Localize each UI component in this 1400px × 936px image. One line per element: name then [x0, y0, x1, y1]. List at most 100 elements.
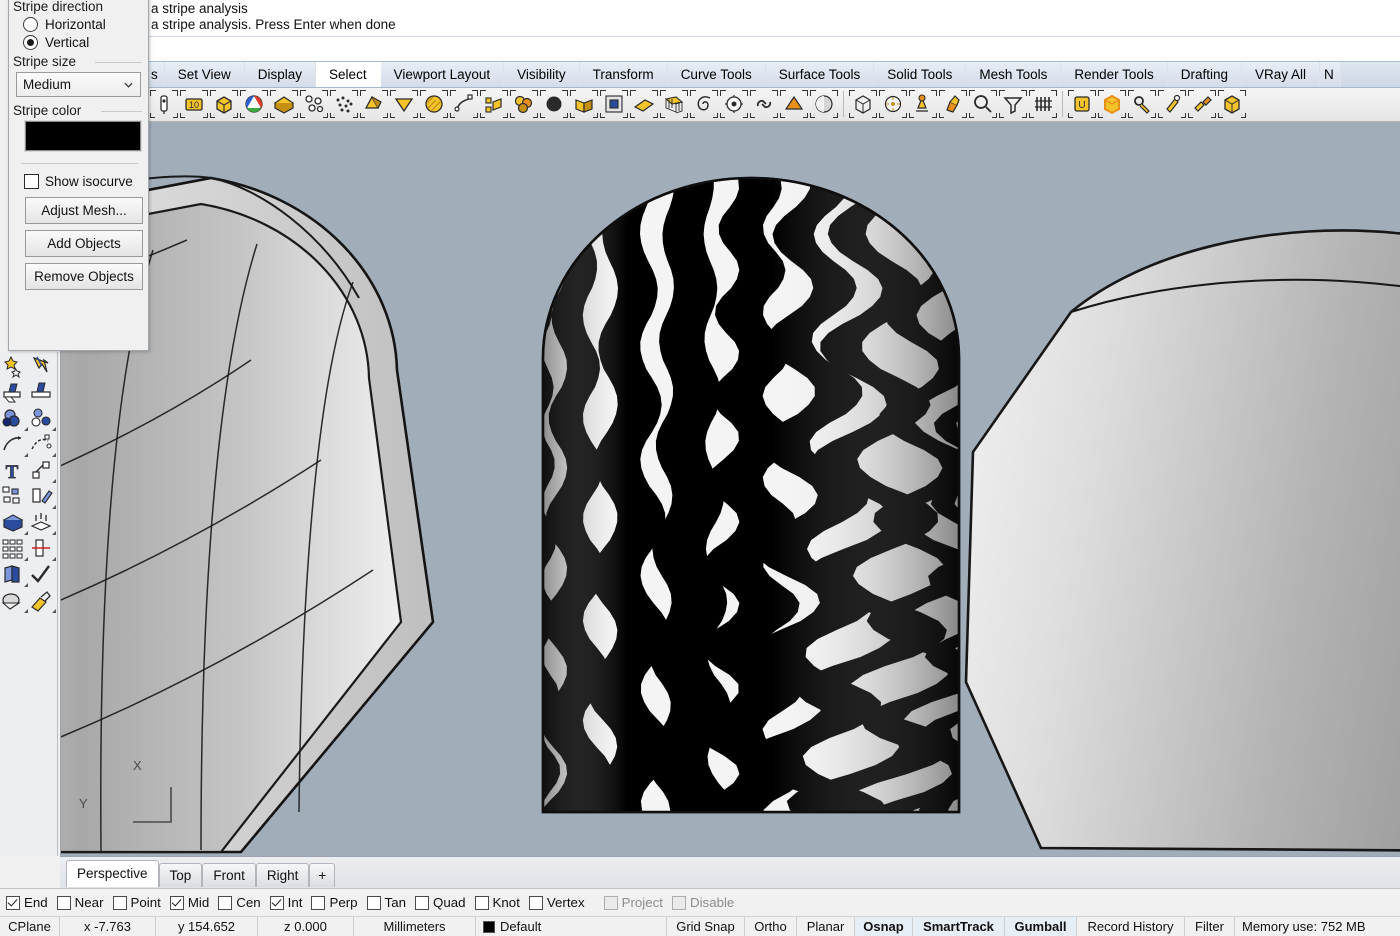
osnap-perp[interactable]: Perp	[311, 895, 357, 910]
select-clipped-box-icon[interactable]	[1098, 90, 1126, 118]
toolbar-tab-mesh-tools[interactable]: Mesh Tools	[966, 62, 1061, 88]
status-planar[interactable]: Planar	[797, 917, 855, 936]
perspective-viewport[interactable]: Y X	[60, 122, 1400, 856]
select-dot-icon[interactable]	[879, 90, 907, 118]
select-group-icon[interactable]	[510, 90, 538, 118]
status-smarttrack[interactable]: SmartTrack	[913, 917, 1005, 936]
osnap-tan[interactable]: Tan	[367, 895, 406, 910]
select-group-objects-icon[interactable]	[1, 484, 29, 510]
select-points-icon[interactable]	[300, 90, 328, 118]
select-grid-icon[interactable]	[1, 536, 29, 562]
toolbar-tab-transform[interactable]: Transform	[580, 62, 668, 88]
select-cone-icon[interactable]	[780, 90, 808, 118]
select-surface-face-icon[interactable]	[29, 380, 57, 406]
select-surface-icon[interactable]	[390, 90, 418, 118]
status-osnap[interactable]: Osnap	[855, 917, 913, 936]
toolbar-tab-s[interactable]: s	[147, 62, 165, 88]
select-curve-dot-icon[interactable]	[29, 432, 57, 458]
osnap-vertex[interactable]: Vertex	[529, 895, 585, 910]
select-plane-surface-icon[interactable]	[630, 90, 658, 118]
select-spiral-icon[interactable]	[690, 90, 718, 118]
viewport-tab-front[interactable]: Front	[202, 863, 256, 887]
toolbar-tab-visibility[interactable]: Visibility	[504, 62, 580, 88]
select-check-icon[interactable]	[29, 562, 57, 588]
select-brush-icon[interactable]	[939, 90, 967, 118]
show-isocurve-checkbox[interactable]: Show isocurve	[9, 174, 148, 189]
select-text-icon[interactable]: T	[1, 458, 29, 484]
status-layer[interactable]: Default	[476, 917, 667, 936]
select-curve-icon[interactable]	[450, 90, 478, 118]
select-sphere-icon[interactable]	[540, 90, 568, 118]
select-by-color-icon[interactable]	[240, 90, 268, 118]
osnap-near[interactable]: Near	[57, 895, 104, 910]
select-open-surface-icon[interactable]	[570, 90, 598, 118]
select-block-icon[interactable]	[600, 90, 628, 118]
select-curve-arc-icon[interactable]	[1, 432, 29, 458]
osnap-int[interactable]: Int	[270, 895, 303, 910]
select-hatch-icon[interactable]	[420, 90, 448, 118]
select-by-layer-icon[interactable]	[210, 90, 238, 118]
select-points-group-icon[interactable]	[29, 406, 57, 432]
select-box-icon[interactable]	[849, 90, 877, 118]
select-crossing-icon[interactable]	[29, 354, 57, 380]
toolbar-tab-set-view[interactable]: Set View	[165, 62, 245, 88]
status-record-history[interactable]: Record History	[1077, 917, 1185, 936]
radio-vertical[interactable]: Vertical	[9, 35, 148, 50]
select-camera-icon[interactable]	[720, 90, 748, 118]
stripe-color-swatch[interactable]	[25, 121, 141, 151]
status-grid-snap[interactable]: Grid Snap	[667, 917, 745, 936]
toolbar-tab-display[interactable]: Display	[245, 62, 316, 88]
select-uv-icon[interactable]: U	[1068, 90, 1096, 118]
viewport-tab-right[interactable]: Right	[256, 863, 310, 887]
stripe-size-select[interactable]: Medium	[16, 72, 141, 97]
status-gumball[interactable]: Gumball	[1005, 917, 1077, 936]
toolbar-tab-vray-all[interactable]: VRay All	[1242, 62, 1320, 88]
toolbar-tab-render-tools[interactable]: Render Tools	[1061, 62, 1167, 88]
toolbar-tab-drafting[interactable]: Drafting	[1168, 62, 1242, 88]
select-polyline-icon[interactable]	[29, 458, 57, 484]
toolbar-tab-solid-tools[interactable]: Solid Tools	[874, 62, 966, 88]
toolbar-tab-surface-tools[interactable]: Surface Tools	[766, 62, 875, 88]
select-object-icon[interactable]	[150, 90, 178, 118]
command-input[interactable]	[147, 37, 1400, 61]
radio-horizontal[interactable]: Horizontal	[9, 17, 148, 32]
select-blocks-icon[interactable]	[29, 484, 57, 510]
select-shade-icon[interactable]	[1, 588, 29, 614]
select-dimension-icon[interactable]	[29, 536, 57, 562]
toolbar-tab-select[interactable]: Select	[316, 62, 381, 88]
select-point-cloud-icon[interactable]	[330, 90, 358, 118]
select-light-icon[interactable]	[909, 90, 937, 118]
osnap-point[interactable]: Point	[113, 895, 161, 910]
adjust-mesh-button[interactable]: Adjust Mesh...	[25, 197, 143, 224]
select-by-material-icon[interactable]	[270, 90, 298, 118]
osnap-quad[interactable]: Quad	[415, 895, 466, 910]
select-by-number-icon[interactable]: 10	[180, 90, 208, 118]
select-tag-icon[interactable]	[1158, 90, 1186, 118]
select-polysurface-icon[interactable]	[360, 90, 388, 118]
add-objects-button[interactable]: Add Objects	[25, 230, 143, 257]
select-extrusion-icon[interactable]	[1029, 90, 1057, 118]
status-cplane[interactable]: CPlane	[0, 917, 60, 936]
select-mesh-icon[interactable]	[660, 90, 688, 118]
osnap-project[interactable]: Project	[604, 895, 663, 910]
select-solid-icon[interactable]	[1, 510, 29, 536]
viewport-tab-top[interactable]: Top	[159, 863, 203, 887]
osnap-disable[interactable]: Disable	[672, 895, 734, 910]
select-filter-icon[interactable]	[999, 90, 1027, 118]
osnap-cen[interactable]: Cen	[218, 895, 260, 910]
toolbar-tab-curve-tools[interactable]: Curve Tools	[668, 62, 766, 88]
toolbar-tab-viewport-layout[interactable]: Viewport Layout	[381, 62, 505, 88]
select-sphere2-icon[interactable]	[810, 90, 838, 118]
viewport-tab-add[interactable]: +	[309, 863, 335, 887]
select-paint-icon[interactable]	[29, 588, 57, 614]
status-filter[interactable]: Filter	[1185, 917, 1235, 936]
osnap-knot[interactable]: Knot	[475, 895, 520, 910]
osnap-mid[interactable]: Mid	[170, 895, 209, 910]
select-link-icon[interactable]	[750, 90, 778, 118]
select-surface-edge-icon[interactable]	[1, 380, 29, 406]
select-extrude-icon[interactable]	[29, 510, 57, 536]
select-lens-icon[interactable]	[969, 90, 997, 118]
select-key-icon[interactable]	[1128, 90, 1156, 118]
toolbar-tab-n[interactable]: N	[1320, 62, 1341, 88]
command-prompt-row[interactable]	[147, 36, 1400, 61]
